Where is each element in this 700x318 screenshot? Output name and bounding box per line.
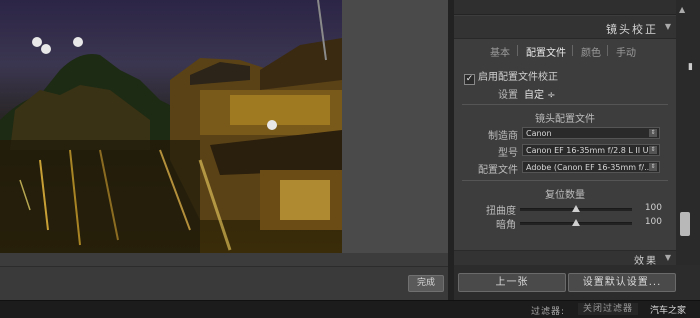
tab-bar: 基本 配置文件 颜色 手动	[454, 42, 676, 60]
profile-select[interactable]: Adobe (Canon EF 16-35mm f/... ⇕	[522, 161, 660, 173]
vignetting-label: 暗角	[496, 220, 516, 231]
vignetting-value[interactable]: 100	[642, 217, 662, 227]
vignetting-slider[interactable]	[520, 219, 632, 226]
filter-label: 过滤器:	[531, 307, 566, 317]
tab-separator	[607, 45, 608, 56]
panel-button-row: 上一张 设置默认设置...	[454, 265, 700, 300]
model-select[interactable]: Canon EF 16-35mm f/2.8 L II U... ⇕	[522, 144, 660, 156]
vignetting-slider-handle[interactable]	[572, 219, 580, 226]
scroll-marker-icon: ▮	[688, 62, 693, 72]
filter-dropdown[interactable]: 关闭过滤器	[578, 303, 638, 315]
setup-dropdown[interactable]: 自定 ÷	[524, 86, 556, 101]
profile-label: 配置文件	[478, 165, 518, 176]
effects-panel-header[interactable]: 效果 ▼	[454, 250, 676, 267]
collapse-triangle-icon[interactable]: ▼	[665, 253, 671, 262]
toolbar-bottom	[0, 266, 448, 301]
panel-header[interactable]: 镜头校正 ▼	[454, 16, 676, 39]
watermark: 汽车之家	[650, 306, 687, 316]
select-arrow-icon: ⇕	[649, 129, 657, 137]
distortion-slider[interactable]	[520, 205, 632, 212]
section-divider	[462, 104, 668, 105]
scroll-up-icon[interactable]: ▲	[679, 5, 689, 17]
model-value: Canon EF 16-35mm f/2.8 L II U...	[526, 146, 657, 155]
panel-scrollbar[interactable]: ▲ ▮	[676, 0, 700, 265]
tab-separator	[572, 45, 573, 56]
filmstrip-divider	[0, 253, 448, 266]
set-default-button[interactable]: 设置默认设置...	[568, 273, 676, 292]
status-bar: 过滤器: 关闭过滤器 汽车之家	[0, 300, 700, 318]
photo-preview	[0, 0, 342, 253]
lens-profile-section-title: 镜头配置文件	[535, 114, 595, 125]
make-label: 制造商	[488, 131, 518, 142]
collapse-triangle-icon[interactable]: ▼	[665, 22, 671, 31]
panel-title: 镜头校正	[606, 23, 658, 36]
make-value: Canon	[526, 129, 552, 138]
tab-manual[interactable]: 手动	[616, 44, 636, 59]
profile-value: Adobe (Canon EF 16-35mm f/...	[526, 163, 652, 172]
tab-profile[interactable]: 配置文件	[526, 44, 566, 59]
tab-separator	[517, 45, 518, 56]
night-town-photo	[0, 0, 342, 253]
distortion-slider-handle[interactable]	[572, 205, 580, 212]
done-button[interactable]: 完成	[408, 275, 444, 292]
tab-basic[interactable]: 基本	[490, 44, 510, 59]
enable-profile-checkbox[interactable]: ✓	[464, 74, 475, 85]
image-stage	[0, 0, 448, 301]
section-divider	[462, 180, 668, 181]
distortion-value[interactable]: 100	[642, 203, 662, 213]
panel-top-bar	[454, 0, 676, 15]
enable-profile-label: 启用配置文件校正	[478, 72, 558, 83]
setup-label: 设置	[498, 90, 518, 101]
amount-section-title: 复位数量	[545, 190, 585, 201]
tab-color[interactable]: 颜色	[581, 44, 601, 59]
select-arrow-icon: ⇕	[649, 163, 657, 171]
previous-button[interactable]: 上一张	[458, 273, 566, 292]
lens-correction-panel: 镜头校正 ▼ 基本 配置文件 颜色 手动 ✓ 启用配置文件校正 设置 自定 ÷ 镜…	[454, 0, 676, 267]
scrollbar-thumb[interactable]	[680, 212, 690, 236]
make-select[interactable]: Canon ⇕	[522, 127, 660, 139]
select-arrow-icon: ⇕	[649, 146, 657, 154]
model-label: 型号	[498, 148, 518, 159]
distortion-label: 扭曲度	[486, 206, 516, 217]
enable-profile-row[interactable]: ✓ 启用配置文件校正	[464, 68, 558, 85]
